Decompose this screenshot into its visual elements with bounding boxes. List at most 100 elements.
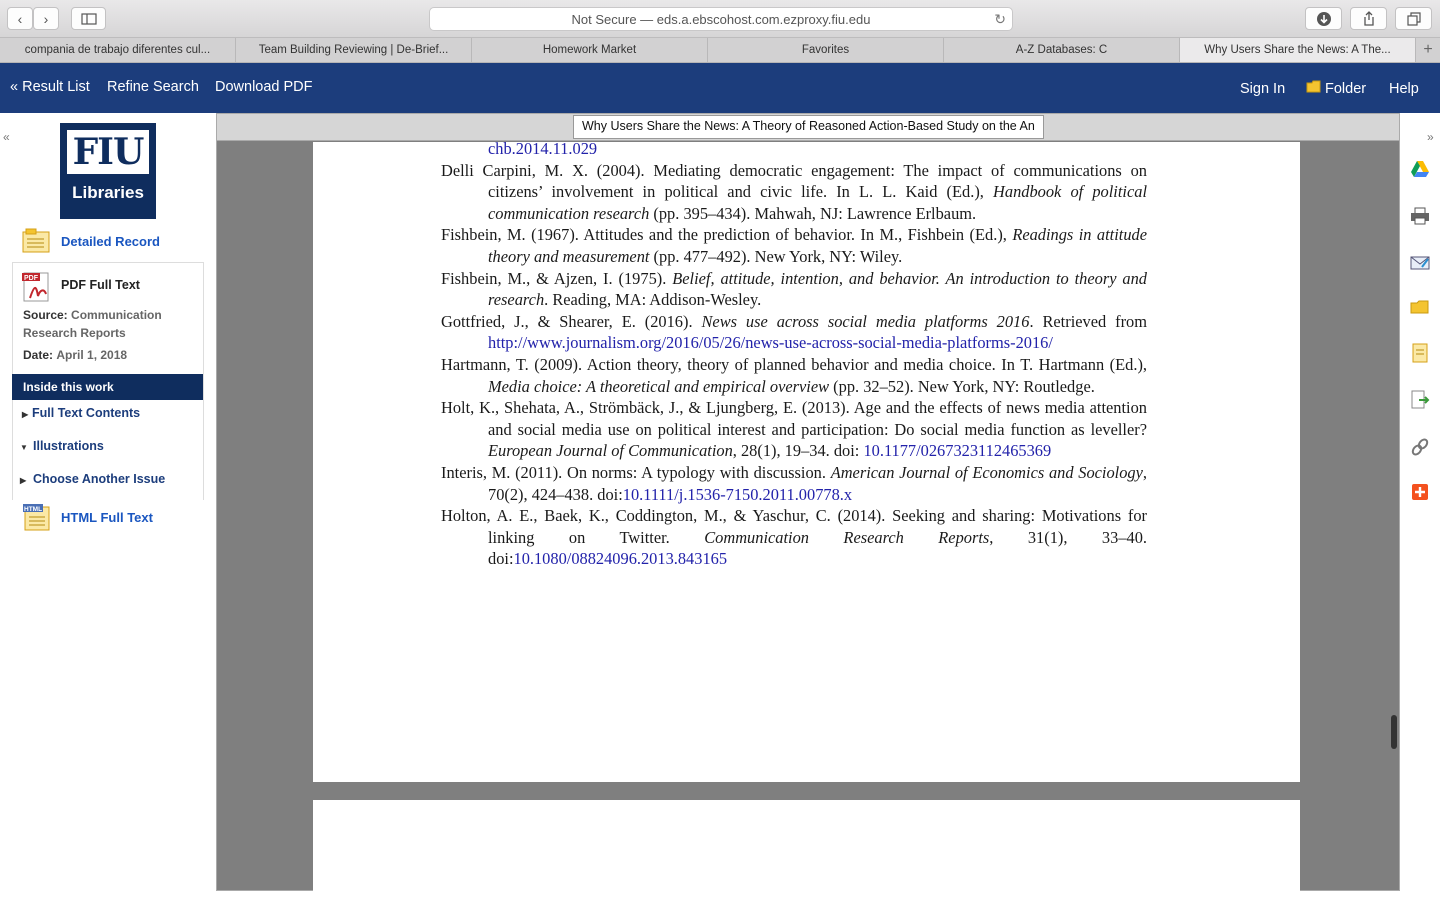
reference-entry: Interis, M. (2011). On norms: A typology… <box>441 462 1147 505</box>
pdf-next-page <box>313 800 1300 892</box>
reference-entry: Holton, A. E., Baek, K., Coddington, M.,… <box>441 505 1147 570</box>
html-full-text-link[interactable]: HTML Full Text <box>61 510 153 525</box>
folder-link[interactable]: Folder <box>1325 81 1366 97</box>
sidebar-icon <box>80 12 97 25</box>
collapse-left-icon[interactable]: « <box>3 130 10 144</box>
viewer-title-bar: Why Users Share the News: A Theory of Re… <box>217 114 1399 141</box>
url-text: Not Secure — eds.a.ebscohost.com.ezproxy… <box>571 11 871 27</box>
help-link[interactable]: Help <box>1389 81 1419 97</box>
permalink-icon[interactable] <box>1410 437 1430 457</box>
ref-text: . Reading, MA: Addison-Wesley. <box>544 290 762 310</box>
download-pdf-link[interactable]: Download PDF <box>215 79 313 95</box>
ref-title: Media choice: A theoretical and empirica… <box>488 376 830 396</box>
reference-entry: Hartmann, T. (2009). Action theory, theo… <box>441 354 1147 397</box>
tab-bar: compania de trabajo diferentes cul... Te… <box>0 38 1440 63</box>
reference-entry: Holt, K., Shehata, A., Strömbäck, J., & … <box>441 397 1147 462</box>
detailed-record-link[interactable]: Detailed Record <box>61 234 160 249</box>
triangle-right-icon: ▶ <box>20 476 27 485</box>
ref-link[interactable]: 10.1177/0267323112465369 <box>863 441 1051 460</box>
browser-tab[interactable]: compania de trabajo diferentes cul... <box>0 38 236 62</box>
browser-toolbar: ‹ › Not Secure — eds.a.ebscohost.com.ezp… <box>0 0 1440 38</box>
result-list-link[interactable]: « Result List <box>10 79 90 95</box>
browser-tab[interactable]: Favorites <box>708 38 944 62</box>
illustrations-label: Illustrations <box>33 439 104 453</box>
tabs-overview-button[interactable] <box>1395 7 1432 30</box>
html-icon: HTML <box>23 504 50 531</box>
top-fragment-link[interactable]: chb.2014.11.029 <box>441 142 1147 160</box>
source-value-line1: Communication <box>71 308 162 322</box>
ref-title: American Journal of Economics and Sociol… <box>830 462 1143 482</box>
choose-another-issue-item[interactable]: ▶ Choose Another Issue <box>20 472 165 486</box>
tabs-icon <box>1406 11 1421 26</box>
ref-title: News use across social media platforms 2… <box>701 311 1030 331</box>
date-label: Date: <box>23 348 54 362</box>
ref-title: European Journal of Communication <box>488 441 733 461</box>
triangle-right-icon: ▶ <box>22 410 29 419</box>
share-icon <box>1363 10 1374 26</box>
source-value-line2: Research Reports <box>23 326 126 340</box>
reference-list: chb.2014.11.029 Delli Carpini, M. X. (20… <box>441 142 1147 570</box>
full-text-contents-label: Full Text Contents <box>32 406 141 420</box>
ref-text: (pp. 477–492). New York, NY: Wiley. <box>649 246 903 266</box>
pdf-full-text-label[interactable]: PDF Full Text <box>61 278 140 292</box>
browser-tab[interactable]: Team Building Reviewing | De-Brief... <box>236 38 472 62</box>
ref-text: Fishbein, M. (1967). Attitudes and the p… <box>441 225 1013 245</box>
sign-in-link[interactable]: Sign In <box>1240 81 1285 97</box>
cite-icon[interactable] <box>1410 343 1430 363</box>
collapse-right-icon[interactable]: » <box>1427 130 1434 144</box>
ref-text: , 28(1), 19–34. doi: <box>732 441 864 461</box>
ref-text: Interis, M. (2011). On norms: A typology… <box>441 462 831 482</box>
forward-button[interactable]: › <box>33 7 59 30</box>
ref-text: Gottfried, J., & Shearer, E. (2016). <box>441 311 702 331</box>
fiu-libraries-logo: FIU Libraries <box>60 123 156 219</box>
ref-link[interactable]: 10.1080/08824096.2013.843165 <box>514 549 728 568</box>
svg-text:PDF: PDF <box>24 275 39 282</box>
address-bar[interactable]: Not Secure — eds.a.ebscohost.com.ezproxy… <box>429 7 1013 31</box>
reference-entry: Delli Carpini, M. X. (2004). Mediating d… <box>441 160 1147 225</box>
ref-text: . Retrieved from <box>1029 311 1147 331</box>
inside-this-work-header: Inside this work <box>12 374 203 400</box>
sidebar-toggle-button[interactable] <box>71 7 106 30</box>
print-icon[interactable] <box>1410 206 1430 226</box>
logo-text-top: FIU <box>72 131 145 173</box>
reference-entry: Fishbein, M. (1967). Attitudes and the p… <box>441 224 1147 267</box>
folder-icon <box>1306 80 1322 97</box>
detailed-record-icon <box>22 228 50 253</box>
browser-tab[interactable]: Homework Market <box>472 38 708 62</box>
choose-another-issue-label: Choose Another Issue <box>33 472 166 486</box>
ref-link[interactable]: 10.1111/j.1536-7150.2011.00778.x <box>623 485 852 504</box>
chevron-left-icon: ‹ <box>17 10 23 27</box>
browser-tab-active[interactable]: Why Users Share the News: A The... <box>1180 38 1416 62</box>
plus-icon: + <box>1423 41 1433 58</box>
logo-text-bottom: Libraries <box>72 183 144 202</box>
google-drive-icon[interactable] <box>1410 159 1430 179</box>
full-text-contents-item[interactable]: ▶ Full Text Contents <box>22 406 140 420</box>
pdf-viewer[interactable]: Why Users Share the News: A Theory of Re… <box>216 113 1400 892</box>
date-value: April 1, 2018 <box>56 348 128 362</box>
email-icon[interactable] <box>1410 253 1430 273</box>
illustrations-item[interactable]: ▼ Illustrations <box>20 439 104 453</box>
new-tab-button[interactable]: + <box>1416 38 1440 62</box>
ref-text: Hartmann, T. (2009). Action theory, theo… <box>441 354 1147 374</box>
reference-entry: Gottfried, J., & Shearer, E. (2016). New… <box>441 311 1147 354</box>
reload-icon[interactable]: ↻ <box>994 11 1006 28</box>
viewer-scrollbar-thumb[interactable] <box>1391 715 1397 749</box>
browser-tab[interactable]: A-Z Databases: C <box>944 38 1180 62</box>
svg-text:HTML: HTML <box>24 506 42 513</box>
ref-text: Fishbein, M., & Ajzen, I. (1975). <box>441 268 673 288</box>
back-button[interactable]: ‹ <box>7 7 33 30</box>
ref-text: Holt, K., Shehata, A., Strömbäck, J., & … <box>441 398 1147 439</box>
reference-entry: Fishbein, M., & Ajzen, I. (1975). Belief… <box>441 268 1147 311</box>
save-folder-icon[interactable] <box>1410 297 1430 317</box>
downloads-button[interactable] <box>1305 7 1342 30</box>
export-icon[interactable] <box>1410 390 1430 410</box>
pdf-page: chb.2014.11.029 Delli Carpini, M. X. (20… <box>313 142 1300 782</box>
ref-link[interactable]: http://www.journalism.org/2016/05/26/new… <box>488 333 1053 352</box>
pdf-icon: PDF <box>22 272 49 302</box>
ref-title: Communication Research Reports <box>704 527 990 547</box>
refine-search-link[interactable]: Refine Search <box>107 79 199 95</box>
share-button[interactable] <box>1350 7 1387 30</box>
share-plus-icon[interactable] <box>1410 482 1430 502</box>
download-icon <box>1316 11 1331 26</box>
chevron-right-icon: › <box>43 10 49 27</box>
